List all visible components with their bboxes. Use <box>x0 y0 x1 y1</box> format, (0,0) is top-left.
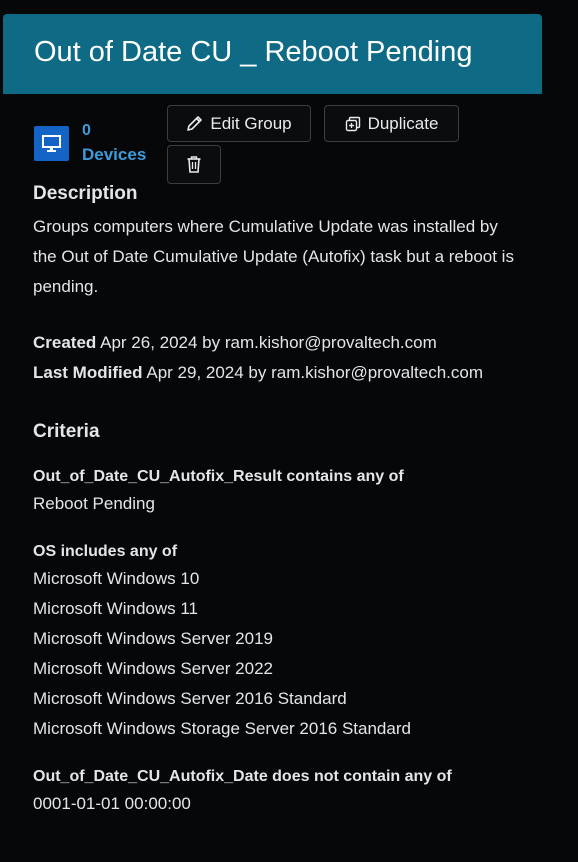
description-text: Groups computers where Cumulative Update… <box>33 217 514 296</box>
criteria-value: Microsoft Windows Storage Server 2016 St… <box>33 719 411 738</box>
duplicate-label: Duplicate <box>367 113 439 133</box>
criteria-value: Microsoft Windows Server 2019 <box>33 629 273 648</box>
duplicate-icon <box>345 116 360 131</box>
criteria-value: Microsoft Windows 11 <box>33 599 199 618</box>
created-value: Apr 26, 2024 by ram.kishor@provaltech.co… <box>100 333 437 352</box>
page-title: Out of Date CU _ Reboot Pending <box>34 36 473 68</box>
page-header: Out of Date CU _ Reboot Pending <box>3 14 542 94</box>
criteria-title: Out_of_Date_CU_Autofix_Date does not con… <box>33 768 452 785</box>
description-heading: Description <box>33 183 138 204</box>
monitor-icon <box>42 135 61 152</box>
edit-group-label: Edit Group <box>210 113 292 133</box>
criteria-value: 0001-01-01 00:00:00 <box>33 794 191 813</box>
criteria-value: Microsoft Windows 10 <box>33 569 200 588</box>
created-row: Created Apr 26, 2024 by ram.kishor@prova… <box>33 333 437 353</box>
criteria-value: Reboot Pending <box>33 494 155 513</box>
modified-label: Last Modified <box>33 363 143 382</box>
trash-icon <box>187 156 201 173</box>
modified-value: Apr 29, 2024 by ram.kishor@provaltech.co… <box>146 363 483 382</box>
delete-button[interactable] <box>167 145 221 184</box>
device-count[interactable]: 0 <box>82 122 91 140</box>
pencil-icon <box>187 116 203 131</box>
devices-link[interactable]: Devices <box>82 145 146 165</box>
criteria-title: OS includes any of <box>33 543 178 560</box>
edit-group-button[interactable]: Edit Group <box>167 105 311 142</box>
device-count-icon-box[interactable] <box>34 126 69 161</box>
criteria-title: Out_of_Date_CU_Autofix_Result contains a… <box>33 468 404 485</box>
criteria-value: Microsoft Windows Server 2022 <box>33 659 273 678</box>
criteria-heading: Criteria <box>33 421 100 442</box>
criteria-value: Microsoft Windows Server 2016 Standard <box>33 689 347 708</box>
created-label: Created <box>33 333 97 352</box>
modified-row: Last Modified Apr 29, 2024 by ram.kishor… <box>33 363 483 383</box>
duplicate-button[interactable]: Duplicate <box>324 105 459 142</box>
